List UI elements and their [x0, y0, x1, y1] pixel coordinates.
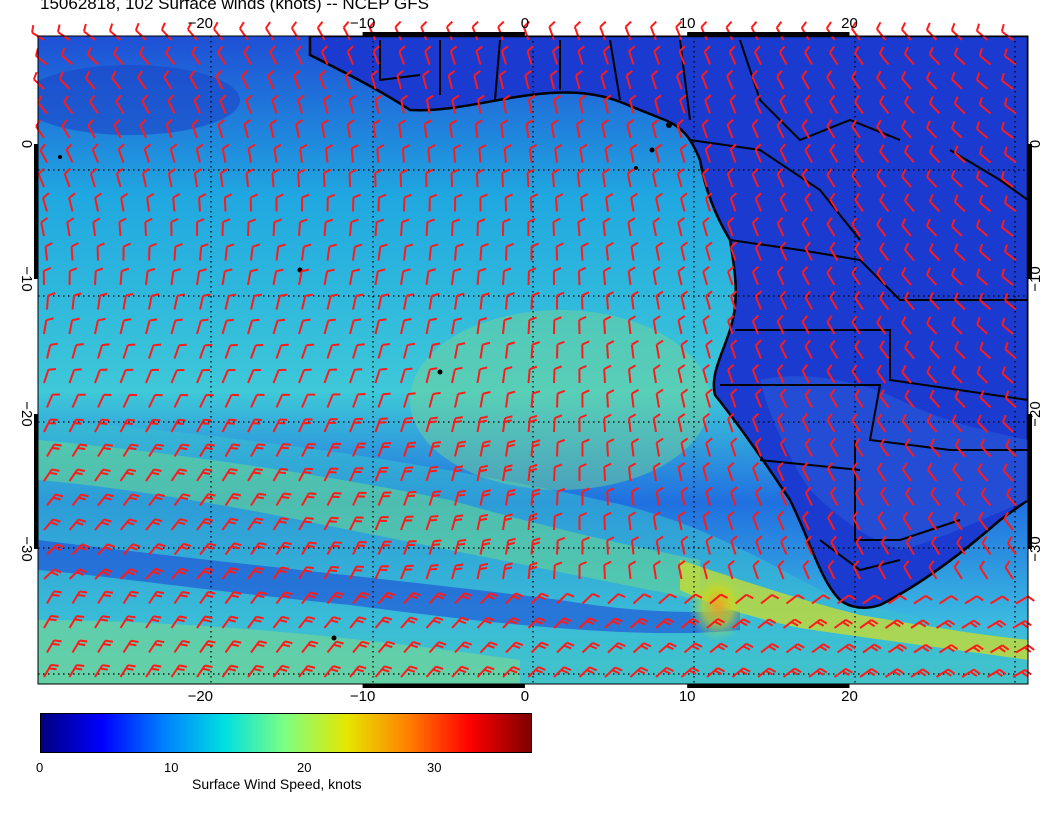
calm-north-zone — [38, 65, 240, 135]
lat-tick-label: 0 — [1027, 140, 1044, 148]
wind-map: −20 −20 −10 −10 0 0 10 10 20 20 0 0 −10 −10 −20 −20 −30 −… — [18, 15, 1044, 705]
frame-tick-bar — [34, 144, 38, 279]
lat-tick-label: −30 — [1027, 536, 1044, 561]
lon-tick-label-bottom: −10 — [350, 688, 375, 705]
lon-tick-label-top: −20 — [188, 15, 213, 32]
frame-tick-bar — [34, 414, 38, 549]
colorbar-title: Surface Wind Speed, knots — [192, 776, 362, 792]
frame-tick-bar — [687, 684, 850, 688]
frame-tick-bar — [1028, 414, 1032, 549]
lon-tick-label-top: 0 — [521, 15, 529, 32]
lon-tick-label-top: −10 — [350, 15, 375, 32]
wind-maximum — [688, 570, 748, 642]
colorbar-tick-0: 0 — [36, 760, 44, 775]
lon-tick-label-top: 10 — [679, 15, 696, 32]
central-fast-zone — [410, 310, 710, 490]
lon-tick-label-top: 20 — [841, 15, 858, 32]
lat-tick-label: −10 — [1027, 266, 1044, 291]
frame-tick-bar — [362, 684, 525, 688]
lat-tick-label: 0 — [18, 140, 35, 148]
lat-tick-label: −10 — [18, 266, 35, 291]
colorbar — [40, 713, 532, 753]
lon-tick-label-bottom: 10 — [679, 688, 696, 705]
lat-tick-label: −20 — [18, 401, 35, 426]
colorbar-tick-10: 10 — [164, 760, 179, 775]
lon-tick-label-bottom: 0 — [521, 688, 529, 705]
frame-tick-bar — [362, 32, 525, 36]
colorbar-tick-20: 20 — [297, 760, 312, 775]
lat-tick-label: −20 — [1027, 401, 1044, 426]
lat-tick-label: −30 — [18, 536, 35, 561]
lon-tick-label-bottom: 20 — [841, 688, 858, 705]
frame-tick-bar — [1028, 144, 1032, 279]
frame-tick-bar — [687, 32, 850, 36]
lon-tick-label-bottom: −20 — [188, 688, 213, 705]
colorbar-tick-30: 30 — [427, 760, 442, 775]
